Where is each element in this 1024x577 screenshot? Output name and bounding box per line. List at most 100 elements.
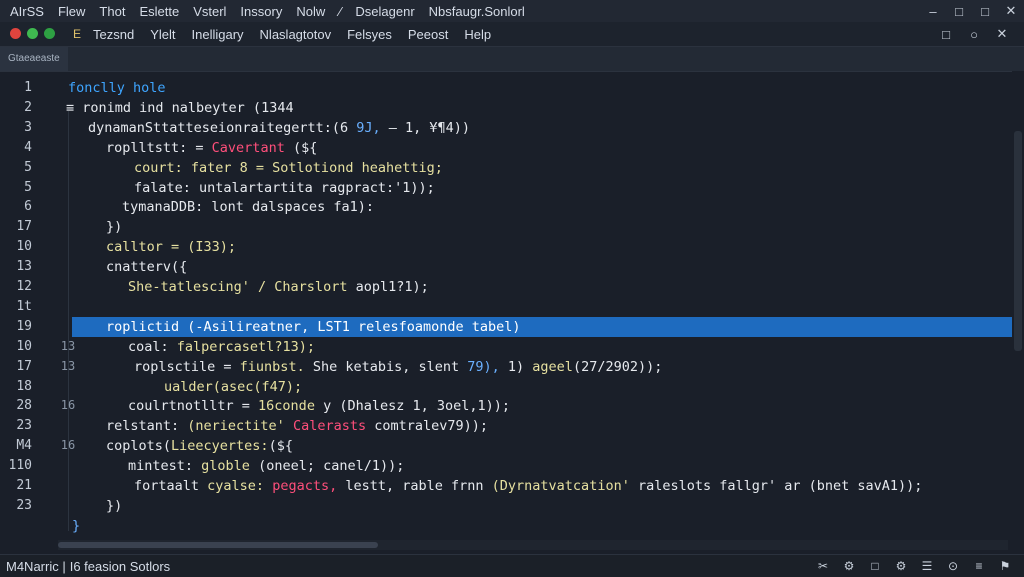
menu-item[interactable]: Eslette [139, 4, 179, 19]
page-icon[interactable]: □ [932, 27, 960, 42]
code-text: ≡ ronimd ind nalbeyter (1344 [66, 98, 294, 118]
gutter-marker[interactable]: 13 [58, 339, 78, 353]
toolbar-menu-item[interactable]: Felsyes [347, 27, 392, 42]
settings-icon[interactable]: ⚙ [888, 559, 914, 573]
file-icon[interactable]: E [73, 27, 81, 41]
green-dot-icon[interactable] [44, 27, 55, 39]
code-editor[interactable]: fonclly hole 1 ≡ ronimd ind nalbeyter (134… [0, 71, 1024, 539]
code-line[interactable]: relstant: (neriectite' Calerasts comtral… [0, 416, 1012, 436]
line-number: 21 [16, 478, 32, 493]
window-controls: – □ □ ✕ [920, 0, 1024, 22]
scissors-icon[interactable]: ✂ [810, 559, 836, 573]
code-text: calltor = (I33); [106, 237, 236, 257]
menu-item[interactable]: AIrSS [10, 4, 44, 19]
code-text: cnatterv({ [106, 257, 187, 277]
code-text: relstant: (neriectite' Calerasts comtral… [106, 416, 488, 436]
code-line[interactable]: dynamanSttatteseionraitegertt:(6 9J, – 1… [0, 118, 1012, 138]
code-token: Calerasts [284, 418, 367, 435]
horizontal-scrollbar[interactable] [58, 540, 1008, 550]
editor-tab[interactable]: Gtaeaeaste [0, 47, 68, 71]
code-token: ualder(asec(f47); [164, 378, 303, 395]
code-token: coplots( [106, 438, 172, 455]
code-line[interactable]: court: fater 8 = Sotlotiond heahettig; [0, 158, 1012, 178]
menu-icon[interactable]: ☰ [914, 559, 940, 573]
code-line[interactable] [0, 297, 1012, 317]
minimize-icon[interactable]: – [920, 4, 946, 19]
code-token: 1) [499, 358, 533, 375]
code-line[interactable]: } [0, 516, 1012, 536]
menu-item[interactable]: Dselagenr [355, 4, 414, 19]
code-line[interactable]: ualder(asec(f47); [0, 377, 1012, 397]
restore-icon[interactable]: □ [946, 4, 972, 19]
code-line[interactable]: coplots(Lieecyertes:(${ [0, 436, 1012, 456]
code-line[interactable]: }) [0, 217, 1012, 237]
code-line[interactable]: She-tatlescing' / Charslort aopl1?1); [0, 277, 1012, 297]
code-line[interactable]: coulrtnotlltr = 16conde y (Dhalesz 1, 3o… [0, 396, 1012, 416]
code-line[interactable]: mintest: globle (oneel; canel/1)); [0, 456, 1012, 476]
green-dot-icon[interactable] [27, 27, 38, 39]
code-text: dynamanSttatteseionraitegertt:(6 9J, – 1… [88, 118, 470, 138]
code-line[interactable]: fortaalt cyalse: pegacts, lestt, rable f… [0, 476, 1012, 496]
square-icon[interactable]: □ [862, 559, 888, 573]
close-icon[interactable]: ✕ [998, 3, 1024, 19]
code-token: falpercasetl?13); [176, 338, 315, 355]
list-icon[interactable]: ≡ [966, 559, 992, 573]
code-text: }) [106, 496, 122, 516]
gutter-marker[interactable]: 16 [58, 398, 78, 412]
refresh-icon[interactable]: ○ [960, 27, 988, 42]
line-number: 1t [16, 298, 32, 314]
menu-item[interactable]: Flew [58, 4, 85, 19]
code-token: roplictid (-Asilireatner, LST1 relesfoam… [106, 318, 521, 335]
code-token: She-tatlescing' / Charslort [128, 279, 356, 295]
code-line[interactable]: fonclly hole [0, 78, 1012, 98]
line-number: 12 [16, 279, 32, 294]
flag-icon[interactable]: ⚑ [992, 559, 1018, 573]
scroll-thumb[interactable] [1014, 131, 1022, 351]
menu-item[interactable]: ⁄ [339, 4, 341, 19]
code-line[interactable]: falate: untalartartita ragpract:'1)); [0, 178, 1012, 198]
maximize-icon[interactable]: □ [972, 4, 998, 19]
menu-item[interactable]: Inssory [240, 4, 282, 19]
gutter-marker[interactable]: 13 [58, 359, 78, 373]
menu-item[interactable]: Vsterl [193, 4, 226, 19]
scroll-thumb[interactable] [58, 542, 378, 548]
line-number: 17 [16, 219, 32, 235]
target-icon[interactable]: ⊙ [940, 559, 966, 573]
code-line[interactable]: }) [0, 496, 1012, 516]
line-number: 28 [16, 398, 32, 414]
code-line[interactable]: calltor = (I33); [0, 237, 1012, 257]
gear-icon[interactable]: ⚙ [836, 559, 862, 573]
code-token: (Dyrnatvatcation' [491, 478, 630, 494]
menu-item[interactable]: Nolw [296, 4, 325, 19]
code-token: comtralev79)); [366, 418, 489, 435]
line-number: 5 [24, 179, 32, 195]
code-token: (${ [284, 139, 318, 156]
code-token: ageel [532, 358, 573, 375]
vertical-scrollbar[interactable] [1012, 71, 1024, 539]
toolbar-menu-item[interactable]: Nlaslagtotov [260, 27, 332, 42]
line-number: 110 [8, 458, 32, 474]
toolbar-menu-item[interactable]: Peeost [408, 27, 448, 42]
code-line[interactable]: roplsctile = fiunbst. She ketabis, slent… [0, 357, 1012, 377]
gutter-marker[interactable]: 16 [58, 438, 78, 452]
code-line[interactable]: roplltstt: = Cavertant (${ [0, 138, 1012, 158]
highlighted-code-line[interactable]: roplictid (-Asilireatner, LST1 relesfoam… [72, 316, 1012, 337]
code-line[interactable]: ≡ ronimd ind nalbeyter (1344 [0, 98, 1012, 118]
menu-item[interactable]: Thot [99, 4, 125, 19]
toolbar-menu-item[interactable]: Inelligary [192, 27, 244, 42]
toolbar-menu-item[interactable]: Help [464, 27, 491, 42]
code-line[interactable]: cnatterv({ [0, 257, 1012, 277]
toolbar-menu-item[interactable]: Ylelt [150, 27, 175, 42]
code-text: falate: untalartartita ragpract:'1)); [134, 178, 435, 198]
code-line[interactable]: tymanaDDB: lont dalspaces fa1): [0, 197, 1012, 217]
red-dot-icon[interactable] [10, 27, 21, 39]
toolbar-menu-item[interactable]: Tezsnd [93, 27, 134, 42]
code-token: – 1, ¥¶4)) [380, 119, 471, 136]
code-line[interactable]: coal: falpercasetl?13); [0, 337, 1012, 357]
code-token: raleslots fallgr' ar (bnet savA1)); [629, 478, 923, 494]
code-token: calltor = (I33); [106, 239, 237, 256]
close-icon[interactable]: ✕ [988, 26, 1016, 42]
code-token: coal: [128, 338, 177, 355]
menu-item[interactable]: Nbsfaugr.Sonlorl [429, 4, 525, 19]
code-text: She-tatlescing' / Charslort aopl1?1); [128, 277, 429, 297]
